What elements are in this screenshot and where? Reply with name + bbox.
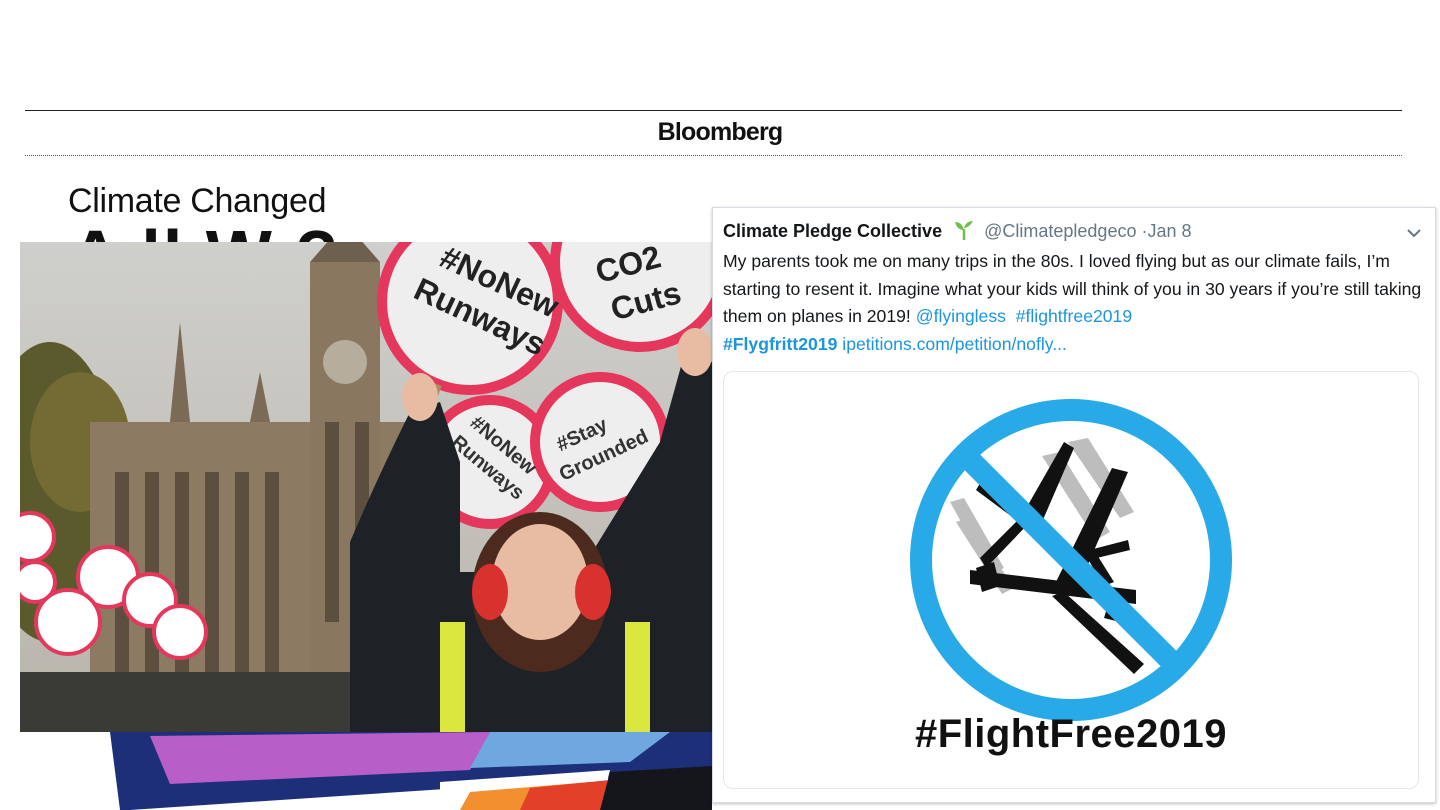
headline-peek: A ll W ?	[70, 220, 670, 242]
tweet-text: My parents took me on many trips in the …	[723, 248, 1428, 358]
top-rule	[25, 110, 1402, 111]
tweet-author-name[interactable]: Climate Pledge Collective	[723, 221, 942, 241]
headline-fragment: A ll W ?	[70, 220, 670, 242]
mention-link[interactable]: @flyingless	[916, 306, 1006, 326]
tweet-handle[interactable]: @Climatepledgeco	[984, 221, 1136, 241]
tweet-header: Climate Pledge Collective @Climatepledge…	[723, 220, 1192, 242]
url-link[interactable]: ipetitions.com/petition/nofly...	[842, 334, 1067, 354]
tweet-card: Climate Pledge Collective @Climatepledge…	[712, 207, 1436, 803]
tweet-media-card[interactable]: #FlightFree2019	[723, 371, 1419, 789]
tweet-date[interactable]: ·Jan 8	[1141, 221, 1191, 241]
sprout-icon	[955, 221, 974, 240]
chevron-down-icon[interactable]	[1403, 222, 1425, 244]
hashtag-link[interactable]: #Flygfritt2019	[723, 334, 837, 354]
hashtag-link[interactable]: #flightfree2019	[1016, 306, 1132, 326]
section-title: Climate Changed	[68, 182, 327, 220]
masthead-logo: Bloomberg	[657, 118, 784, 146]
bottom-rule	[25, 155, 1402, 156]
protest-photo: #NoNew Runways CO2 Cuts #NoNew Runways #…	[20, 242, 712, 732]
card-caption: #FlightFree2019	[914, 712, 1228, 756]
background-graphic	[110, 732, 712, 810]
